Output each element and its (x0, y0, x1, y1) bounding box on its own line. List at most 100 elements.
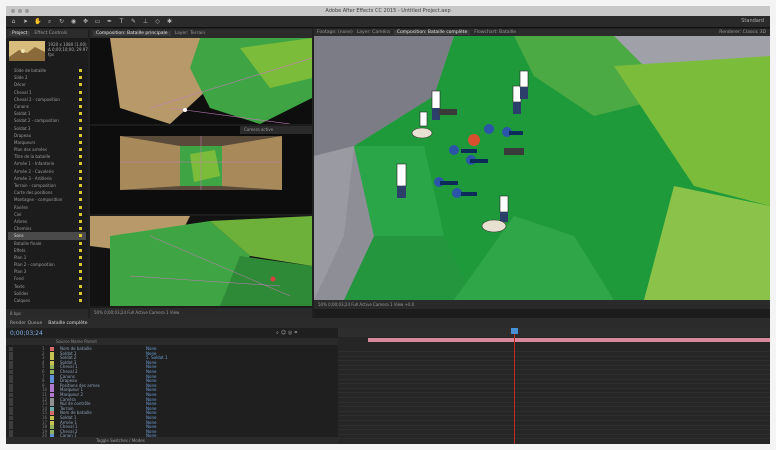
tab-effect-controls[interactable]: Effect Controls (34, 31, 67, 36)
text-icon[interactable]: T (118, 18, 125, 25)
project-item[interactable]: Slide de bataille (8, 67, 86, 74)
label-color-swatch[interactable] (79, 291, 82, 295)
renderer-label[interactable]: Renderer: Classic 3D (719, 30, 770, 35)
label-color-swatch[interactable] (79, 205, 82, 209)
project-item[interactable]: Plan 2 - composition (8, 261, 86, 268)
label-color-swatch[interactable] (79, 284, 82, 288)
project-item[interactable]: Soldat 2 - composition (8, 117, 86, 124)
project-item[interactable]: Plan 1 (8, 254, 86, 261)
label-color-swatch[interactable] (79, 241, 82, 245)
bit-depth-label[interactable]: 8 bpc (10, 311, 21, 316)
project-item[interactable]: Montagne - composition (8, 196, 86, 203)
pen-icon[interactable]: ✒ (106, 18, 113, 25)
project-item[interactable]: Soldat 3 (8, 125, 86, 132)
project-item[interactable]: Rivière (8, 204, 86, 211)
brush-icon[interactable]: ✎ (130, 18, 137, 25)
project-item[interactable]: Chemins (8, 225, 86, 232)
label-color-swatch[interactable] (79, 97, 82, 101)
composition-canvas[interactable] (314, 36, 770, 300)
label-color-swatch[interactable] (79, 227, 82, 231)
home-icon[interactable]: ⌂ (10, 18, 17, 25)
playhead[interactable] (514, 328, 515, 444)
window-controls[interactable] (11, 9, 29, 13)
label-color-swatch[interactable] (79, 90, 82, 94)
tab-footage[interactable]: Footage: (none) (317, 30, 353, 35)
current-time[interactable]: 0;00;03;24 (10, 330, 43, 337)
label-color-swatch[interactable] (79, 191, 82, 195)
comp-viewer-controls[interactable]: 50% 0;00;03;24 Full Active Camera 1 View… (318, 302, 414, 307)
project-item[interactable]: Titre de la bataille (8, 153, 86, 160)
close-dot[interactable] (11, 9, 15, 13)
toggle-modes-label[interactable]: Toggle Switches / Modes (96, 438, 145, 443)
label-color-swatch[interactable] (79, 148, 82, 152)
graph-icon[interactable]: ⌗ (294, 330, 299, 336)
left-viewer-controls[interactable]: 50% 0;00;03;24 Full Active Camera 1 View (94, 310, 179, 315)
project-item[interactable]: Texte (8, 283, 86, 290)
label-color-swatch[interactable] (79, 69, 82, 72)
label-color-swatch[interactable] (79, 234, 82, 238)
project-item[interactable]: Carte des positions (8, 189, 86, 196)
project-item[interactable]: Arbres (8, 218, 86, 225)
label-color-swatch[interactable] (79, 112, 82, 116)
label-color-swatch[interactable] (79, 270, 82, 274)
project-item[interactable]: Calques (8, 297, 86, 304)
project-item[interactable]: Sons (8, 232, 86, 240)
shy-icon[interactable]: ☺ (281, 330, 288, 336)
label-color-swatch[interactable] (79, 212, 82, 216)
tab-flowchart[interactable]: Flowchart: Bataille (474, 30, 516, 35)
timeline-tracks[interactable] (338, 328, 770, 444)
project-item[interactable]: Soldat 1 (8, 110, 86, 117)
label-color-swatch[interactable] (79, 169, 82, 173)
label-color-swatch[interactable] (79, 198, 82, 202)
project-item[interactable]: Armée 2 - Cavalerie (8, 168, 86, 175)
playhead-handle[interactable] (511, 328, 518, 334)
project-item[interactable]: Marqueurs (8, 139, 86, 146)
project-item[interactable]: Plan des armées (8, 146, 86, 153)
zoom-dot[interactable] (25, 9, 29, 13)
layer-track[interactable] (338, 433, 770, 440)
label-color-swatch[interactable] (79, 155, 82, 159)
puppet-icon[interactable]: ✱ (166, 18, 173, 25)
label-color-swatch[interactable] (79, 184, 82, 187)
hand-icon[interactable]: ✋ (34, 18, 41, 25)
minimize-dot[interactable] (18, 9, 22, 13)
label-color-swatch[interactable] (79, 126, 82, 130)
label-color-swatch[interactable] (79, 83, 82, 87)
label-color-swatch[interactable] (79, 140, 82, 144)
eraser-icon[interactable]: ◇ (154, 18, 161, 25)
label-color-swatch[interactable] (79, 133, 82, 137)
project-item[interactable]: Ciel (8, 211, 86, 218)
camera-icon[interactable]: ◉ (70, 18, 77, 25)
label-color-swatch[interactable] (79, 119, 82, 123)
workspace-label[interactable]: Standard (741, 18, 764, 24)
label-color-swatch[interactable] (79, 263, 82, 267)
project-item[interactable]: Fond (8, 275, 86, 282)
time-ruler[interactable] (338, 328, 770, 337)
work-area-bar[interactable] (368, 338, 770, 342)
label-color-swatch[interactable] (79, 248, 82, 252)
viewer-top-camera[interactable] (90, 38, 312, 124)
label-color-swatch[interactable] (79, 104, 82, 108)
zoom-icon[interactable]: ⌕ (46, 18, 53, 25)
label-color-swatch[interactable] (79, 176, 82, 180)
tab-render-queue[interactable]: Render Queue (10, 321, 42, 326)
label-color-swatch[interactable] (79, 277, 82, 281)
tab-composition[interactable]: Composition: Bataille complète (393, 30, 471, 35)
project-item[interactable]: Terrain - composition (8, 182, 86, 189)
tab-timeline-comp[interactable]: Bataille complète (48, 321, 87, 326)
label-color-swatch[interactable] (79, 255, 82, 259)
project-item[interactable]: Drapeau (8, 132, 86, 139)
project-item[interactable]: Décor (8, 81, 86, 88)
project-item[interactable]: Plan 3 (8, 268, 86, 275)
label-color-swatch[interactable] (79, 219, 82, 223)
project-item[interactable]: Cheval 2 - composition (8, 96, 86, 103)
project-item[interactable]: Effets (8, 247, 86, 254)
stamp-icon[interactable]: ⊥ (142, 18, 149, 25)
label-color-swatch[interactable] (79, 299, 82, 302)
viewer-active-camera[interactable] (90, 216, 312, 306)
tab-layer[interactable]: Layer: Caméra (357, 30, 390, 35)
tab-comp-left[interactable]: Composition: Bataille principale (93, 31, 171, 36)
tab-layer-left[interactable]: Layer: Terrain (175, 31, 206, 36)
project-item[interactable]: Slide 2 (8, 74, 86, 81)
project-item[interactable]: Armée 1 - Infanterie (8, 160, 86, 167)
